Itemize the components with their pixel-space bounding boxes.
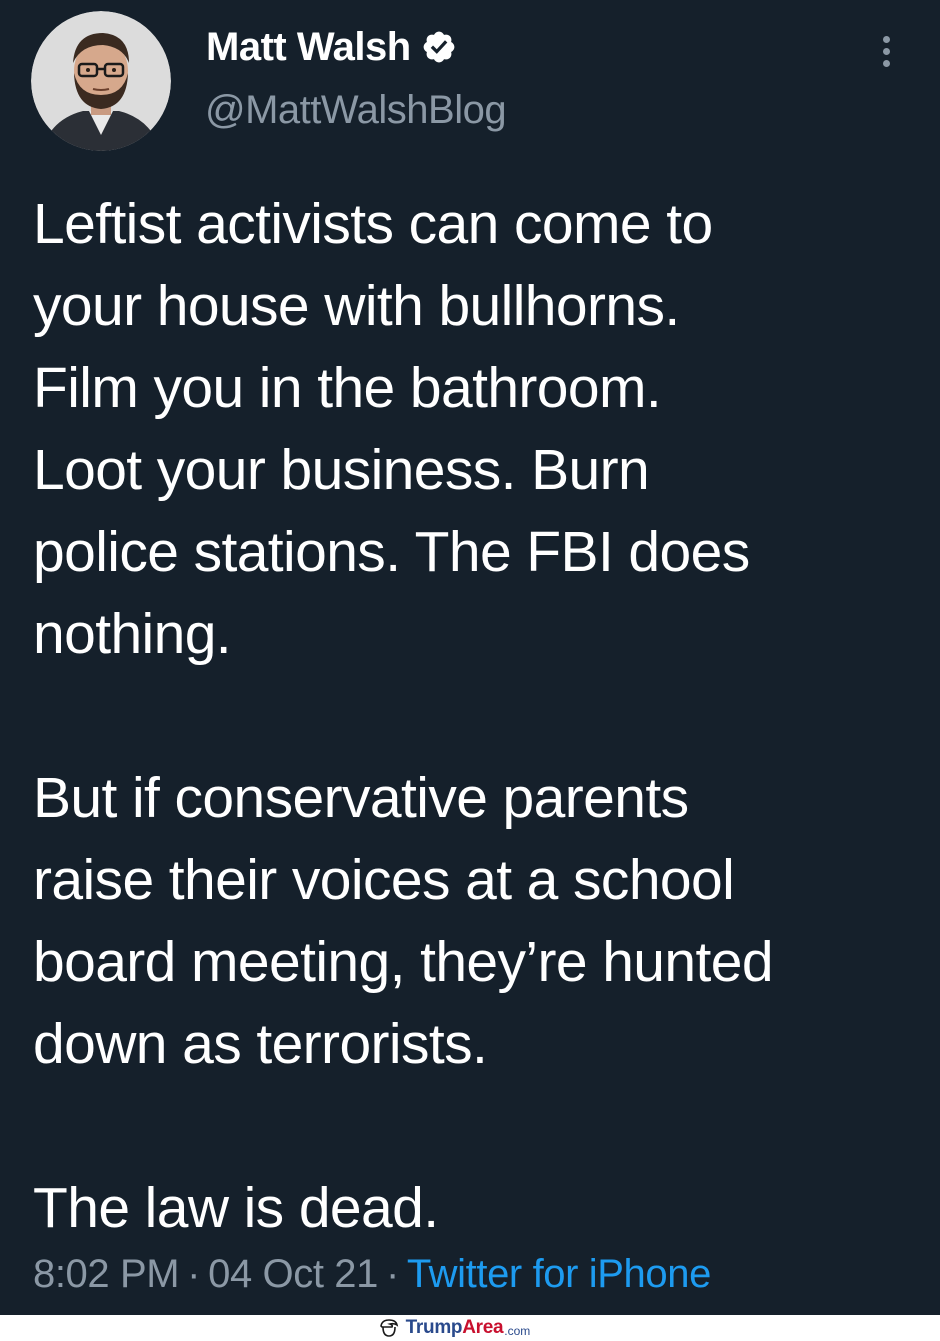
watermark-logo: Trump Area .com: [378, 1317, 531, 1339]
tweet-paragraph: But if conservative parents raise their …: [33, 766, 774, 1076]
tweet-meta: 8:02 PM · 04 Oct 21 · Twitter for iPhone: [33, 1248, 711, 1300]
tweet-text: Leftist activists can come to your house…: [33, 183, 913, 1249]
tweet-source-link[interactable]: Twitter for iPhone: [407, 1252, 711, 1296]
more-vertical-icon[interactable]: [874, 32, 898, 72]
author-display-name[interactable]: Matt Walsh: [206, 25, 411, 70]
verified-badge-icon: [421, 29, 457, 65]
tweet-time[interactable]: 8:02 PM: [33, 1252, 180, 1296]
trump-hair-logo-icon: [378, 1317, 400, 1339]
tweet-card: Matt Walsh @MattWalshBlog Leftist activi…: [0, 0, 940, 1315]
watermark-brand-part-1: Trump: [405, 1317, 463, 1338]
avatar-photo: [31, 11, 171, 151]
tweet-paragraph: Leftist activists can come to your house…: [33, 192, 750, 666]
author-name-row: Matt Walsh: [206, 24, 457, 70]
author-handle[interactable]: @MattWalshBlog: [205, 88, 507, 133]
watermark-brand-part-2: Area: [462, 1317, 504, 1338]
tweet-date[interactable]: 04 Oct 21: [208, 1252, 378, 1296]
tweet-paragraph: The law is dead.: [33, 1176, 439, 1240]
meta-separator: ·: [385, 1252, 399, 1296]
author-avatar[interactable]: [31, 11, 171, 151]
watermark-brand-suffix: .com: [504, 1323, 531, 1338]
meta-separator: ·: [187, 1252, 201, 1296]
watermark-bar: Trump Area .com: [0, 1315, 940, 1341]
